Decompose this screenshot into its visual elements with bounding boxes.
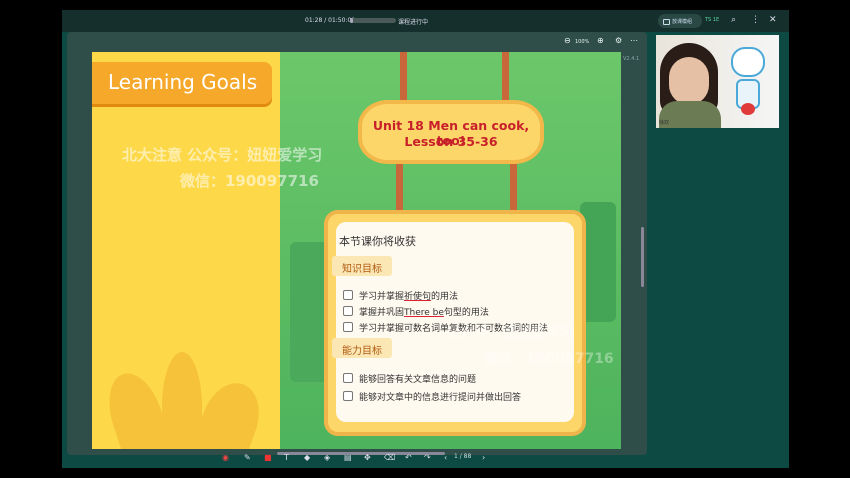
playback-progress-fill [350,18,353,23]
goal-item: 能够回答有关文章信息的问题 [343,372,476,385]
checkbox[interactable] [343,373,353,383]
rope [400,52,407,102]
checkbox[interactable] [343,306,353,316]
goal-item: 掌握并巩固There be句型的用法 [343,305,489,318]
bottom-toolbar: ◉ ✎ ■ T ◆ ◈ ▤ ✥ ⌫ ↶ ↷ ‹ 1 / 88 › [62,447,789,468]
close-icon[interactable]: ✕ [769,15,777,25]
text-icon[interactable]: T [284,453,289,462]
next-page-icon[interactable]: › [482,453,485,462]
teacher-video[interactable]: 徐欢 [656,35,779,128]
lesson-title: Lesson 35-36 [404,134,498,149]
rope [510,162,517,212]
teacher-name: 徐欢 [659,120,670,126]
mode-button[interactable]: 放课模组 [658,14,702,28]
vertical-scrollbar[interactable] [641,227,644,287]
save-icon[interactable]: ▤ [344,453,352,462]
goal-item: 学习并掌握祈使句的用法 [343,289,458,302]
playback-progress[interactable] [350,18,396,23]
settings-icon[interactable]: ⚙ [615,36,622,45]
pen-icon[interactable]: ✎ [244,453,251,462]
goal-item: 能够对文章中的信息进行提问并做出回答 [343,390,521,403]
delete-icon[interactable]: ⌫ [384,453,395,462]
watermark: 北大注意 公众号：妞妞爱学习 [122,146,323,164]
prev-page-icon[interactable]: ‹ [444,453,447,462]
eraser-icon[interactable]: ◈ [324,453,330,462]
watermark: 微信：190097716 [484,351,614,367]
lesson-slide[interactable]: Learning Goals 北大注意 公众号：妞妞爱学习 微信：1900977… [92,52,621,449]
classroom-window: 01:28 / 01:50:00 课程进行中 放课模组 TS 1E ⌕ ⋮ ✕ … [62,10,789,468]
version-label: V2.4.1 [623,56,640,62]
slide-area: ⊖ 100% ⊕ ⚙ ⋯ V2.4.1 Learning Goals 北大注意 … [67,32,647,455]
slide-toolbar: ⊖ 100% ⊕ ⚙ ⋯ V2.4.1 [67,32,647,62]
color-icon[interactable]: ■ [264,453,272,462]
zoom-in-icon[interactable]: ⊕ [597,36,604,45]
checkbox[interactable] [343,290,353,300]
class-status: 课程进行中 [398,19,429,26]
watermark: 微信：190097716 [180,172,319,190]
checkbox[interactable] [343,322,353,332]
learning-goals-title: Learning Goals [108,70,258,94]
more-icon[interactable]: ⋮ [751,15,760,25]
heart-decoration [741,103,755,115]
redo-icon[interactable]: ↷ [424,453,431,462]
playback-time: 01:28 / 01:50:00 [305,17,356,24]
more-icon[interactable]: ⋯ [630,36,638,45]
watermark: 公众号：妞妞爱学习 [447,325,573,341]
move-icon[interactable]: ✥ [364,453,371,462]
rope [502,52,509,102]
section-knowledge: 知识目标 [332,256,392,276]
shape-icon[interactable]: ◆ [304,453,310,462]
unit-sign: Unit 18 Men can cook, too! Lesson 35-36 [358,100,544,164]
zoom-out-icon[interactable]: ⊖ [564,36,571,45]
checkbox[interactable] [343,391,353,401]
learning-goals-banner: Learning Goals [92,62,272,104]
rope [396,162,403,212]
undo-icon[interactable]: ↶ [405,453,412,462]
teacher-face [669,57,709,105]
page-indicator: 1 / 88 [454,453,472,460]
section-ability: 能力目标 [332,338,392,358]
zoom-icon[interactable]: ⌕ [731,15,736,25]
left-panel [92,52,280,449]
zoom-level: 100% [575,39,590,45]
level-badge: TS 1E [705,17,720,23]
robot-toy [731,47,765,77]
record-icon[interactable]: ◉ [222,453,229,462]
top-bar: 01:28 / 01:50:00 课程进行中 放课模组 TS 1E ⌕ ⋮ ✕ [62,10,789,32]
card-heading: 本节课你将收获 [339,235,416,248]
